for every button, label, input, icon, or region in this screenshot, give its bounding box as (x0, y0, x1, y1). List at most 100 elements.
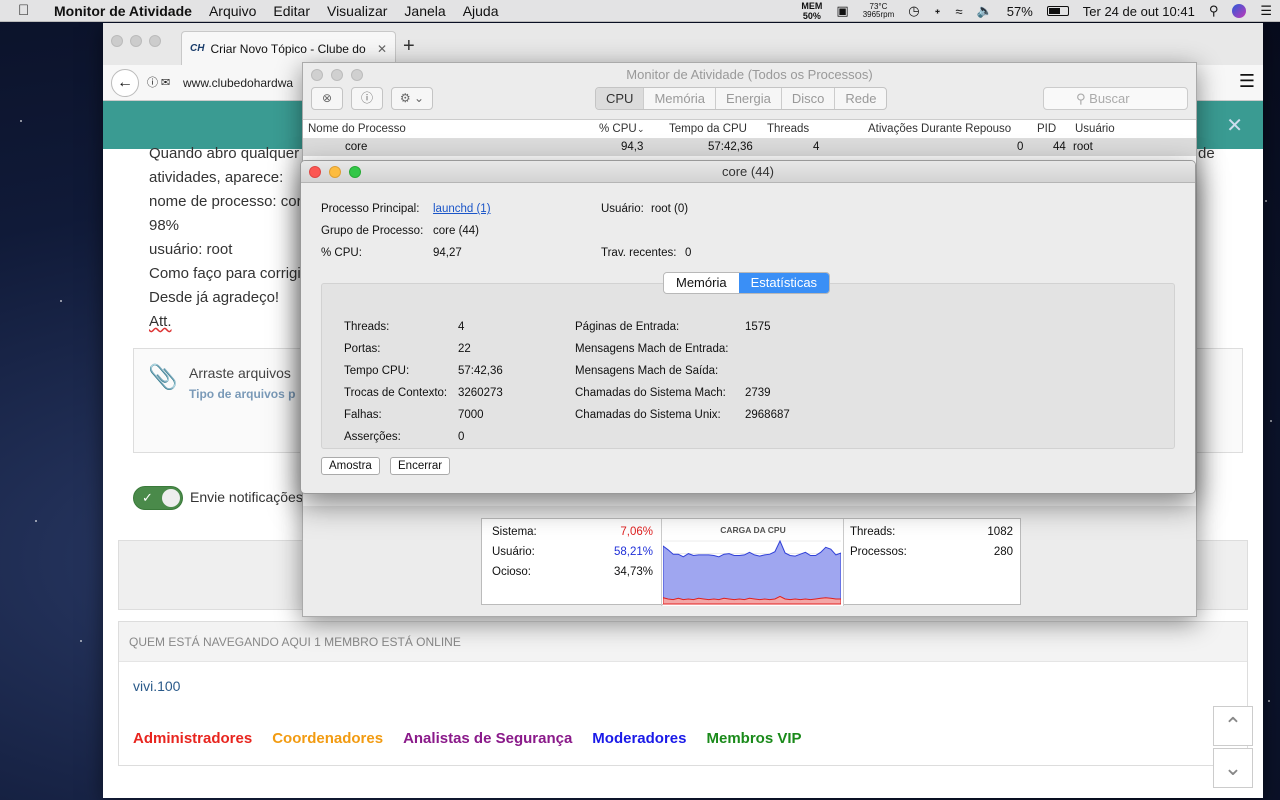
stat-label: Trocas de Contexto: (344, 387, 448, 399)
menu-janela[interactable]: Janela (404, 3, 445, 19)
menu-ajuda[interactable]: Ajuda (463, 3, 499, 19)
apple-menu-icon[interactable]:  (18, 2, 36, 19)
post-line: Desde já agradeço! (149, 289, 280, 306)
stat-label: Mensagens Mach de Entrada: (575, 343, 729, 355)
clock[interactable]: Ter 24 de out 10:41 (1083, 4, 1195, 19)
tab-disco[interactable]: Disco (782, 88, 836, 109)
menu-arquivo[interactable]: Arquivo (209, 3, 256, 19)
sistema-value: 7,06% (620, 526, 653, 538)
role-moderators[interactable]: Moderadores (592, 730, 686, 747)
statistics-panel: Threads: 4 Portas: 22 Tempo CPU: 57:42,3… (321, 283, 1175, 449)
bluetooth-icon[interactable]: ᛭ (934, 4, 942, 19)
col-threads[interactable]: Threads (767, 123, 809, 135)
role-vip[interactable]: Membros VIP (707, 730, 802, 747)
stat-label: Mensagens Mach de Saída: (575, 365, 719, 377)
stat-label: Chamadas do Sistema Mach: (575, 387, 726, 399)
user-value: root (0) (651, 203, 689, 215)
url-field[interactable]: ⓘ ✉ www.clubedohardwa (143, 71, 323, 95)
col-name[interactable]: Nome do Processo (308, 123, 406, 135)
user-load-area (663, 539, 841, 605)
sistema-label: Sistema: (492, 526, 537, 538)
new-tab-button[interactable]: + (403, 35, 415, 58)
monitor-icon[interactable]: ▣ (836, 3, 848, 19)
role-admin[interactable]: Administradores (133, 730, 252, 747)
stat-value: 0 (458, 431, 465, 443)
hangs-label: Trav. recentes: (601, 247, 677, 259)
stat-value: 2739 (745, 387, 771, 399)
tab-rede[interactable]: Rede (835, 88, 886, 109)
role-coord[interactable]: Coordenadores (272, 730, 383, 747)
minimize-window-button[interactable] (130, 35, 142, 47)
post-line: Quando abro qualquer (149, 145, 300, 162)
sort-chevron-icon: ⌄ (637, 124, 645, 134)
toggle-knob (162, 489, 180, 507)
zoom-window-button[interactable] (349, 166, 361, 178)
col-wakeups[interactable]: Ativações Durante Repouso (868, 123, 1011, 135)
col-pid[interactable]: PID (1037, 123, 1056, 135)
online-header: QUEM ESTÁ NAVEGANDO AQUI 1 MEMBRO ESTÁ O… (119, 622, 1247, 662)
battery-icon[interactable] (1046, 6, 1069, 16)
stat-value: 3260273 (458, 387, 503, 399)
tab-memoria[interactable]: Memória (664, 273, 739, 293)
attachment-title: Arraste arquivos (189, 365, 291, 381)
menu-icon[interactable]: ☰ (1239, 71, 1255, 92)
url-text: www.clubedohardwa (183, 76, 294, 90)
zoom-window-button[interactable] (149, 35, 161, 47)
cpu-value: 94,27 (433, 247, 462, 259)
stat-label: Falhas: (344, 409, 382, 421)
cell-time: 57:42,36 (708, 141, 753, 153)
temp-status[interactable]: 73°C 3965rpm (863, 3, 895, 19)
table-row[interactable]: core 94,3 57:42,36 4 0 44 root (303, 139, 1196, 156)
usuario-value: 58,21% (613, 546, 653, 558)
tab-energia[interactable]: Energia (716, 88, 782, 109)
threads-panel: Threads: 1082 Processos: 280 (843, 519, 1021, 606)
column-headers: Nome do Processo % CPU ⌄ Tempo da CPU Th… (303, 119, 1196, 139)
memory-status[interactable]: MEM 50% (801, 1, 822, 21)
search-icon: ⚲ (1076, 91, 1086, 106)
stat-value: 22 (458, 343, 471, 355)
battery-percent[interactable]: 57% (1007, 4, 1033, 19)
info-icon[interactable]: ⓘ ✉ (147, 71, 170, 95)
wifi-icon[interactable]: ≈ (955, 4, 962, 19)
menu-bar:  Monitor de Atividade Arquivo Editar Vi… (0, 0, 1280, 22)
close-window-button[interactable] (111, 35, 123, 47)
sample-button[interactable]: Amostra (321, 457, 380, 475)
col-user[interactable]: Usuário (1075, 123, 1115, 135)
close-banner-icon[interactable]: ✕ (1226, 113, 1243, 138)
ocioso-label: Ocioso: (492, 566, 531, 578)
menu-app-name[interactable]: Monitor de Atividade (54, 3, 192, 19)
notification-center-icon[interactable]: ☰ (1260, 3, 1272, 19)
notifications-toggle[interactable]: ✓ (133, 486, 183, 510)
minimize-window-button[interactable] (329, 166, 341, 178)
close-tab-icon[interactable]: ✕ (377, 42, 387, 56)
spotlight-icon[interactable]: ⚲ (1209, 3, 1219, 19)
browser-tab[interactable]: CH Criar Novo Tópico - Clube do ✕ (181, 31, 396, 65)
mem-value: 50% (802, 11, 821, 21)
tab-memoria[interactable]: Memória (644, 88, 717, 109)
processos-value: 280 (993, 546, 1013, 558)
scroll-down-button[interactable]: ⌄ (1213, 748, 1253, 788)
stop-process-icon[interactable]: ⊗ (311, 87, 343, 110)
volume-icon[interactable]: 🔈 (977, 3, 993, 19)
quit-process-button[interactable]: Encerrar (390, 457, 451, 475)
close-window-button[interactable] (309, 166, 321, 178)
back-button[interactable]: ← (111, 69, 139, 97)
tab-cpu[interactable]: CPU (596, 88, 645, 109)
col-cpu-time[interactable]: Tempo da CPU (669, 123, 747, 135)
search-field[interactable]: ⚲ Buscar (1043, 87, 1188, 110)
menu-visualizar[interactable]: Visualizar (327, 3, 387, 19)
scroll-up-button[interactable]: ⌃ (1213, 706, 1253, 746)
time-machine-icon[interactable]: ◷ (908, 3, 919, 19)
menu-editar[interactable]: Editar (273, 3, 310, 19)
info-icon[interactable]: ⓘ (351, 87, 383, 110)
tab-estatisticas[interactable]: Estatísticas (738, 273, 830, 293)
gear-icon[interactable]: ⚙ ⌄ (391, 87, 433, 110)
parent-process-link[interactable]: launchd (1) (433, 203, 491, 215)
cell-threads: 4 (813, 141, 820, 153)
paperclip-icon: 📎 (148, 364, 178, 391)
col-cpu[interactable]: % CPU (599, 123, 637, 135)
siri-icon[interactable] (1232, 4, 1247, 18)
tab-title: Criar Novo Tópico - Clube do (210, 41, 366, 56)
online-user-link[interactable]: vivi.100 (133, 678, 180, 694)
role-security[interactable]: Analistas de Segurança (403, 730, 572, 747)
